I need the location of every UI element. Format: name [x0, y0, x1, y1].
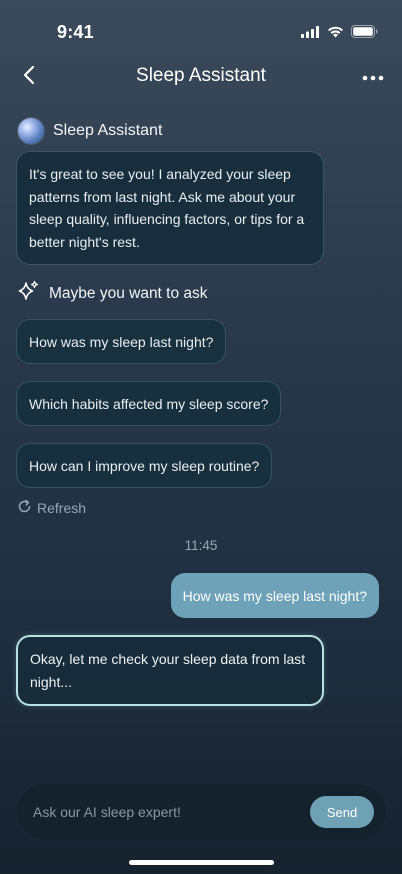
send-button[interactable]: Send [310, 796, 374, 828]
battery-icon [351, 25, 378, 43]
more-dots-icon [362, 68, 384, 86]
user-message: How was my sleep last night? [170, 573, 379, 618]
refresh-suggestions-button[interactable]: Refresh [17, 499, 86, 517]
refresh-icon [17, 499, 32, 517]
more-options-button[interactable] [360, 65, 386, 89]
suggestion-chip[interactable]: How can I improve my sleep routine? [16, 443, 273, 488]
wifi-icon [327, 25, 344, 43]
nav-header: Sleep Assistant [0, 56, 402, 98]
suggestions-header: Maybe you want to ask [17, 280, 208, 308]
suggestions-title: Maybe you want to ask [49, 285, 208, 302]
assistant-identity: Sleep Assistant [18, 118, 162, 144]
status-bar: 9:41 [0, 0, 402, 64]
assistant-avatar [18, 118, 44, 144]
message-timestamp: 11:45 [184, 538, 218, 553]
refresh-label: Refresh [37, 500, 87, 516]
assistant-name: Sleep Assistant [53, 122, 163, 139]
chat-input-bar: Send [17, 784, 386, 840]
page-title: Sleep Assistant [136, 65, 266, 86]
sparkle-icon [17, 280, 40, 308]
home-indicator [129, 860, 274, 865]
suggestion-chip[interactable]: Which habits affected my sleep score? [16, 381, 282, 426]
chat-input[interactable] [33, 784, 303, 840]
suggestion-chip[interactable]: How was my sleep last night? [16, 319, 227, 364]
cellular-signal-icon [301, 25, 320, 43]
status-time: 9:41 [57, 22, 94, 42]
status-icons [301, 25, 378, 43]
assistant-intro-message: It's great to see you! I analyzed your s… [16, 151, 324, 265]
assistant-reply-message: Okay, let me check your sleep data from … [16, 635, 324, 706]
